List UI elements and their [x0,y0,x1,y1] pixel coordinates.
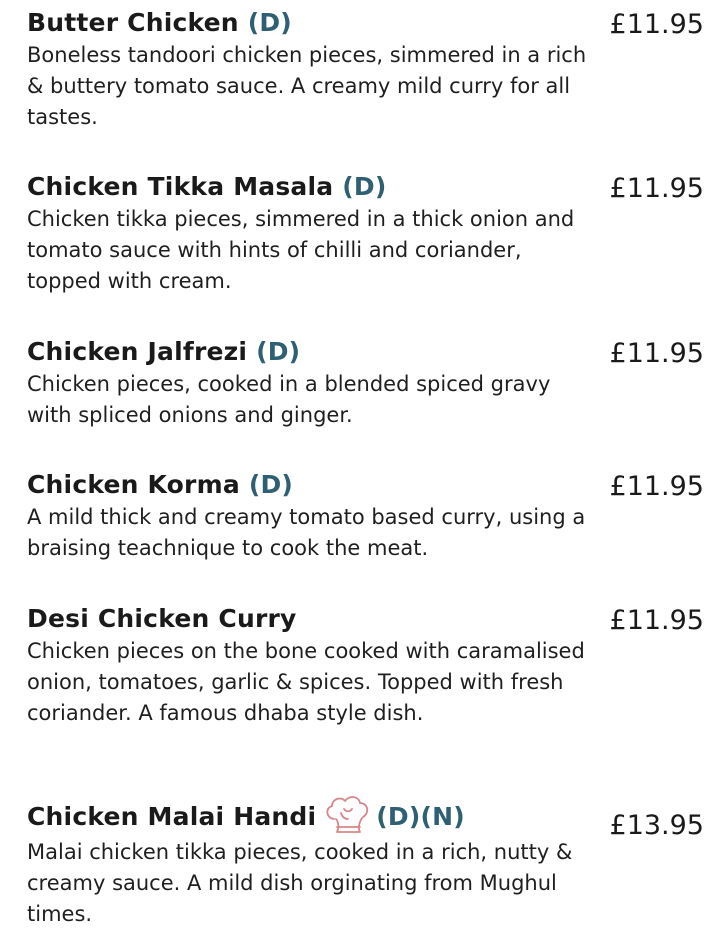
item-name: Desi Chicken Curry [27,604,707,634]
item-title: Butter Chicken [27,8,239,37]
item-title: Desi Chicken Curry [27,604,297,633]
item-description: Chicken pieces on the bone cooked with c… [27,639,585,725]
item-dietary-tags: (D) [342,172,387,201]
item-description: Boneless tandoori chicken pieces, simmer… [27,43,587,129]
item-description: Chicken tikka pieces, simmered in a thic… [27,207,575,293]
item-name: Butter Chicken (D) [27,8,707,38]
menu-item-chicken-korma: Chicken Korma (D) £11.95 A mild thick an… [27,470,707,564]
item-price: £11.95 [609,9,704,40]
menu-list: Butter Chicken (D) £11.95 Boneless tando… [0,0,716,931]
item-price: £13.95 [609,810,704,841]
item-title: Chicken Jalfrezi [27,337,248,366]
item-dietary-tags: (D) [247,8,292,37]
item-name: Chicken Jalfrezi (D) [27,337,707,367]
item-name: Chicken Tikka Masala (D) [27,172,707,202]
item-name: Chicken Malai Handi (D)(N) [27,796,707,835]
item-price: £11.95 [609,605,704,636]
item-title: Chicken Korma [27,470,240,499]
chef-hat-icon [326,796,369,833]
menu-item-chicken-malai-handi: Chicken Malai Handi (D)(N) £13.95 Malai … [27,796,707,930]
item-description: Chicken pieces, cooked in a blended spic… [27,372,551,427]
item-dietary-tags: (D)(N) [376,802,465,831]
item-dietary-tags: (D) [256,337,301,366]
item-price: £11.95 [609,173,704,204]
item-title: Chicken Tikka Masala [27,172,334,201]
item-price: £11.95 [609,338,704,369]
item-title: Chicken Malai Handi [27,802,317,831]
item-dietary-tags: (D) [248,470,294,499]
item-description: A mild thick and creamy tomato based cur… [27,505,586,560]
item-price: £11.95 [609,471,704,502]
menu-item-butter-chicken: Butter Chicken (D) £11.95 Boneless tando… [27,8,707,133]
menu-item-chicken-jalfrezi: Chicken Jalfrezi (D) £11.95 Chicken piec… [27,337,707,431]
menu-item-desi-chicken-curry: Desi Chicken Curry £11.95 Chicken pieces… [27,604,707,729]
menu-item-chicken-tikka-masala: Chicken Tikka Masala (D) £11.95 Chicken … [27,172,707,297]
item-name: Chicken Korma (D) [27,470,707,500]
item-description: Malai chicken tikka pieces, cooked in a … [27,840,573,926]
